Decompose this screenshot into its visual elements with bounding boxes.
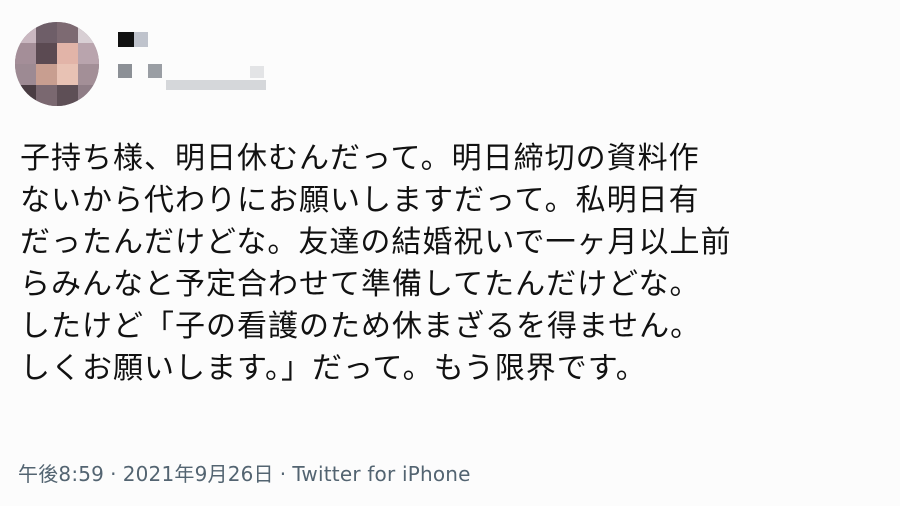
tweet-time[interactable]: 午後8:59 — [18, 462, 104, 486]
tweet-text-line: だったんだけどな。友達の結婚祝いで一ヶ月以上前 — [20, 225, 732, 260]
tweet-text-line: しくお願いします。」だって。もう限界です。 — [20, 351, 647, 386]
tweet-source[interactable]: Twitter for iPhone — [292, 462, 470, 486]
tweet-text-line: 子持ち様、明日休むんだって。明日締切の資料作 — [20, 141, 700, 176]
tweet-text-line: ないから代わりにお願いしますだって。私明日有 — [20, 183, 700, 218]
tweet-date[interactable]: 2021年9月26日 — [123, 462, 274, 486]
avatar[interactable] — [15, 22, 99, 106]
tweet-meta: 午後8:59 · 2021年9月26日 · Twitter for iPhone — [18, 458, 471, 487]
tweet-text-line: したけど「子の看護のため休まざるを得ません。 — [20, 309, 702, 344]
tweet-text-line: らみんなと予定合わせて準備してたんだけどな。 — [20, 267, 701, 302]
meta-separator: · — [279, 462, 287, 486]
tweet-text: 子持ち様、明日休むんだって。明日締切の資料作 ないから代わりにお願いしますだって… — [20, 138, 900, 390]
tweet-card: 子持ち様、明日休むんだって。明日締切の資料作 ないから代わりにお願いしますだって… — [0, 0, 900, 506]
meta-separator: · — [110, 462, 117, 486]
